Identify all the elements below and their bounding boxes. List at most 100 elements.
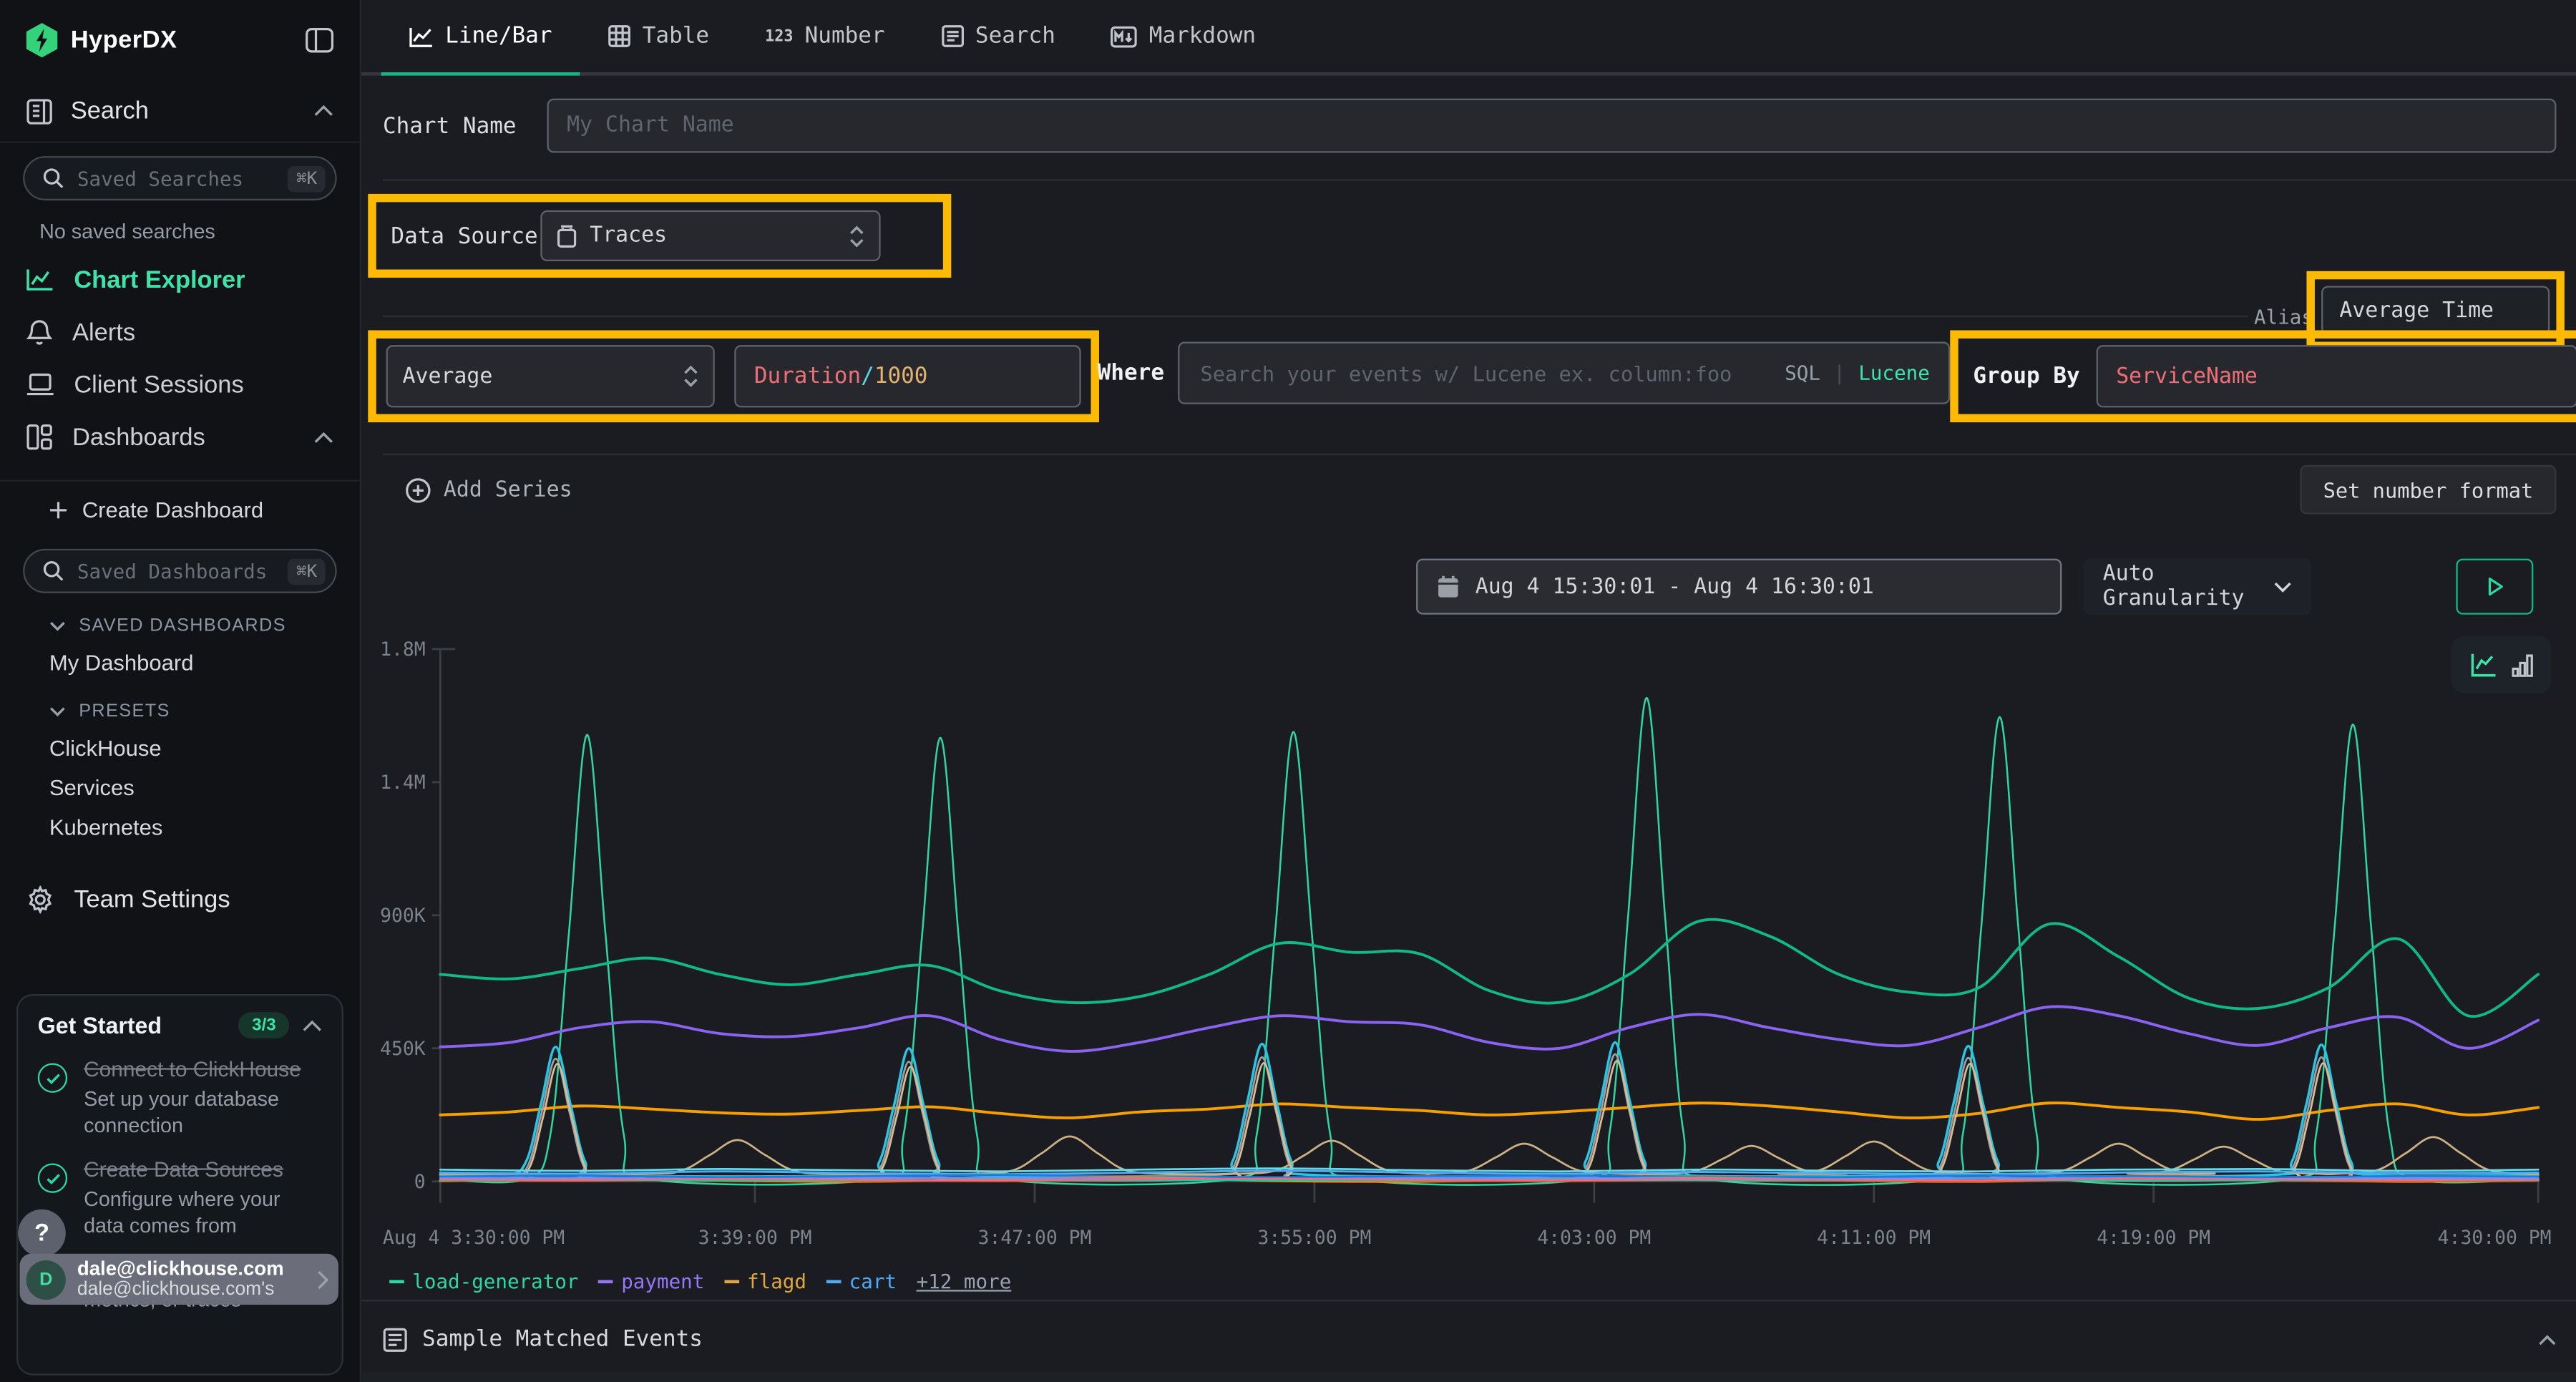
legend-item-cart[interactable]: cart xyxy=(826,1270,897,1293)
kbd-shortcut: ⌘K xyxy=(288,165,326,192)
aggregation-select[interactable]: Average xyxy=(386,345,715,407)
y-tick-label: 450K xyxy=(380,1038,426,1060)
legend-item-flagd[interactable]: flagd xyxy=(724,1270,806,1293)
events-list-icon xyxy=(383,1327,407,1351)
get-started-step-2[interactable]: Create Data Sources Configure where your… xyxy=(38,1157,322,1239)
lucene-mode-toggle[interactable]: Lucene xyxy=(1858,361,1930,384)
data-source-label: Data Source xyxy=(383,223,540,249)
legend-label: cart xyxy=(849,1270,897,1293)
granularity-select[interactable]: Auto Granularity xyxy=(2083,559,2311,615)
expression-operator: / xyxy=(861,363,874,389)
chart-panel: Aug 4 15:30:01 - Aug 4 16:30:01 Auto Gra… xyxy=(361,515,2576,1300)
aggregation-annotation-box: Average Duration/1000 xyxy=(368,330,1099,422)
group-by-annotation-box: Group By ServiceName xyxy=(1950,330,2576,422)
sidebar-item-my-dashboard[interactable]: My Dashboard xyxy=(0,639,360,678)
sidebar-item-kubernetes[interactable]: Kubernetes xyxy=(0,804,360,843)
select-chevrons-icon xyxy=(849,224,864,247)
legend-swatch xyxy=(724,1280,739,1284)
sidebar-item-dashboards[interactable]: Dashboards xyxy=(0,411,360,463)
chart-name-input[interactable] xyxy=(547,99,2557,153)
group-by-input[interactable]: ServiceName xyxy=(2097,345,2576,407)
app-window: HyperDX Search Saved Searches ⌘K No save… xyxy=(0,0,2576,1382)
number-123-icon: 123 xyxy=(765,27,793,45)
series-load-generator xyxy=(440,698,2538,1185)
step-title: Connect to ClickHouse xyxy=(84,1056,322,1083)
set-number-format-button[interactable]: Set number format xyxy=(2300,465,2556,515)
x-tick-label: 3:55:00 PM xyxy=(1257,1227,1371,1249)
sidebar-item-alerts[interactable]: Alerts xyxy=(0,306,360,358)
gear-icon xyxy=(26,886,54,914)
y-tick-label: 900K xyxy=(380,905,426,927)
divider xyxy=(0,141,360,142)
chevron-up-icon[interactable] xyxy=(314,105,334,117)
divider xyxy=(383,179,2576,180)
collapse-sidebar-icon[interactable] xyxy=(306,28,333,52)
tab-search[interactable]: Search xyxy=(913,0,1083,76)
expression-number: 1000 xyxy=(874,363,928,389)
data-source-value: Traces xyxy=(590,223,836,248)
get-started-step-1[interactable]: Connect to ClickHouse Set up your databa… xyxy=(38,1056,322,1139)
sidebar-item-team-settings[interactable]: Team Settings xyxy=(0,843,360,914)
presets-group-header[interactable]: PRESETS xyxy=(0,678,360,724)
events-table-header: Timestamp (Local) service level duration… xyxy=(361,1372,2576,1382)
saved-searches-input[interactable]: Saved Searches ⌘K xyxy=(23,156,337,200)
legend-item-payment[interactable]: payment xyxy=(598,1270,704,1293)
data-source-row: Data Source Traces xyxy=(361,194,2576,275)
x-tick-label: 3:39:00 PM xyxy=(698,1227,812,1249)
chart-legend: load-generator payment flagd cart +12 more xyxy=(389,1270,1011,1293)
sidebar-item-label: Alerts xyxy=(72,318,135,346)
where-input-wrap: SQL | Lucene xyxy=(1177,342,1949,404)
brand-name: HyperDX xyxy=(71,26,177,54)
sidebar: HyperDX Search Saved Searches ⌘K No save… xyxy=(0,0,361,1382)
series-cart xyxy=(440,1043,2538,1177)
search-section-header[interactable]: Search xyxy=(0,74,360,141)
sample-matched-events-header[interactable]: Sample Matched Events xyxy=(383,1318,2557,1361)
bell-icon xyxy=(26,318,53,346)
get-started-panel: Get Started 3/3 Connect to ClickHouse Se… xyxy=(16,994,343,1376)
sql-mode-toggle[interactable]: SQL xyxy=(1785,361,1820,384)
sidebar-item-label: Client Sessions xyxy=(74,371,243,399)
plus-circle-icon xyxy=(406,477,430,502)
saved-dashboards-input[interactable]: Saved Dashboards ⌘K xyxy=(23,549,337,593)
check-circle-icon xyxy=(38,1063,67,1092)
help-button[interactable]: ? xyxy=(18,1210,66,1257)
chevron-up-icon[interactable] xyxy=(314,432,334,443)
run-query-button[interactable] xyxy=(2456,559,2533,615)
field-expression-input[interactable]: Duration/1000 xyxy=(734,345,1080,407)
mode-divider: | xyxy=(1833,361,1845,384)
add-series-button[interactable]: Add Series xyxy=(383,477,572,502)
calendar-icon xyxy=(1438,575,1459,598)
sidebar-item-chart-explorer[interactable]: Chart Explorer xyxy=(0,253,360,306)
series-frontend xyxy=(440,920,2538,1017)
timeseries-chart[interactable]: 0450K900K1.4M1.8MAug 4 3:30:00 PM3:39:00… xyxy=(378,628,2563,1272)
main-content: Line/Bar Table 123 Number Search xyxy=(361,0,2576,1382)
sidebar-item-client-sessions[interactable]: Client Sessions xyxy=(0,359,360,411)
sidebar-item-services[interactable]: Services xyxy=(0,764,360,804)
data-source-select[interactable]: Traces xyxy=(540,210,880,261)
tab-table[interactable]: Table xyxy=(580,0,738,76)
legend-item-load-generator[interactable]: load-generator xyxy=(389,1270,578,1293)
legend-more-link[interactable]: +12 more xyxy=(917,1270,1012,1293)
sidebar-item-clickhouse[interactable]: ClickHouse xyxy=(0,725,360,764)
saved-dashboards-group-header[interactable]: SAVED DASHBOARDS xyxy=(0,593,360,639)
home-link[interactable]: HyperDX xyxy=(26,23,177,57)
alias-input[interactable]: Average Time xyxy=(2321,286,2550,335)
date-range-input[interactable]: Aug 4 15:30:01 - Aug 4 16:30:01 xyxy=(1416,559,2062,615)
y-tick-label: 1.8M xyxy=(380,638,426,661)
tab-number[interactable]: 123 Number xyxy=(737,0,913,76)
divider xyxy=(383,316,2248,317)
tab-line-bar[interactable]: Line/Bar xyxy=(381,0,580,76)
chevron-up-icon[interactable] xyxy=(2538,1333,2556,1345)
tab-label: Search xyxy=(975,23,1055,49)
tab-markdown[interactable]: Markdown xyxy=(1083,0,1284,76)
divider xyxy=(383,454,2576,455)
user-account-menu[interactable]: D dale@clickhouse.com dale@clickhouse.co… xyxy=(20,1254,338,1305)
granularity-value: Auto Granularity xyxy=(2103,562,2260,611)
chevron-up-icon[interactable] xyxy=(302,1020,322,1031)
create-dashboard-button[interactable]: Create Dashboard xyxy=(0,482,360,526)
where-input[interactable] xyxy=(1197,359,1772,387)
laptop-icon xyxy=(26,373,54,396)
get-started-progress-badge: 3/3 xyxy=(239,1012,289,1038)
data-source-annotation-box: Data Source Traces xyxy=(368,194,951,278)
step-title: Create Data Sources xyxy=(84,1157,322,1183)
